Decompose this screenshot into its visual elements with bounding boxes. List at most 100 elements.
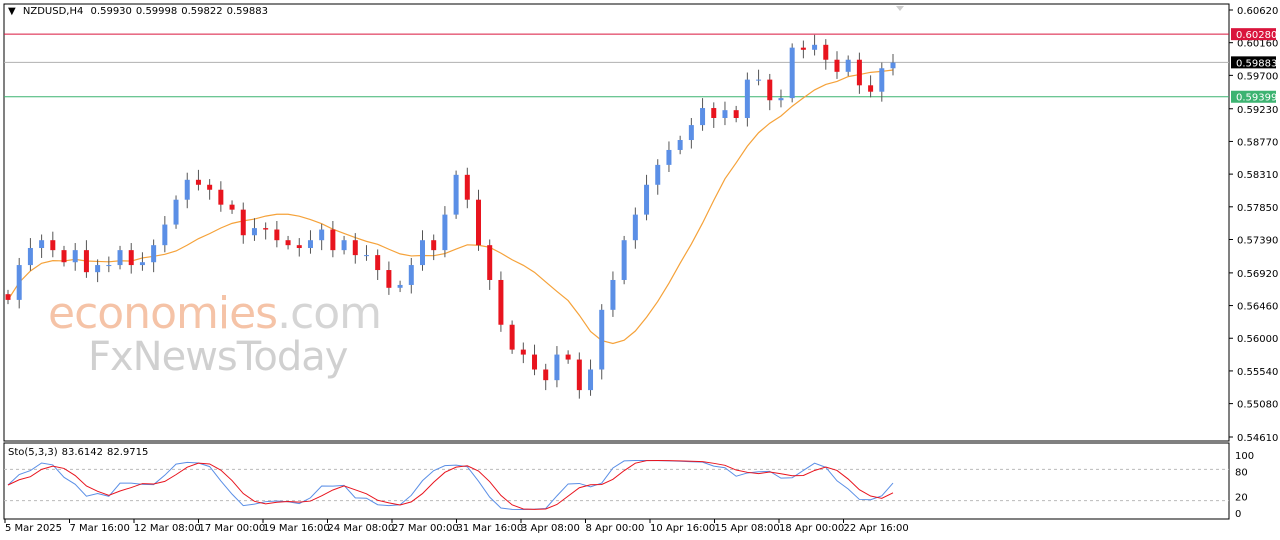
x-tick-label: 31 Mar 16:00 — [457, 523, 524, 534]
time-axis[interactable]: 5 Mar 2025 7 Mar 16:00 12 Mar 08:0017 Mar … — [4, 519, 909, 534]
x-tick-label: 15 Apr 08:00 — [715, 523, 780, 534]
stoch-level-label: 80 — [1235, 467, 1248, 478]
bull-candle — [319, 229, 325, 241]
bear-candle — [330, 229, 336, 251]
bear-candle — [274, 229, 280, 241]
x-tick-label: 18 Apr 00:00 — [779, 523, 844, 534]
bull-candle — [442, 214, 448, 251]
stoch-level-label: 20 — [1235, 493, 1248, 504]
resistance-price-label: 0.60280 — [1236, 30, 1277, 41]
bull-candle — [106, 265, 112, 267]
bear-candle — [195, 179, 201, 185]
bear-candle — [509, 324, 515, 350]
bull-candle — [700, 108, 706, 126]
bull-candle — [419, 240, 425, 266]
bull-candle — [95, 265, 101, 273]
y-tick-label: 0.56000 — [1237, 334, 1278, 345]
x-tick-label: 8 Apr 00:00 — [586, 523, 645, 534]
bull-candle — [117, 250, 123, 266]
bull-candle — [722, 110, 728, 118]
y-tick-label: 0.58770 — [1237, 137, 1278, 148]
bear-candle — [464, 174, 470, 200]
bull-candle — [632, 214, 638, 241]
y-tick-label: 0.59700 — [1237, 71, 1278, 82]
bear-candle — [498, 279, 504, 325]
bull-candle — [39, 240, 45, 249]
x-tick-label: 22 Apr 16:00 — [844, 523, 909, 534]
bear-candle — [61, 250, 67, 263]
bull-candle — [677, 140, 683, 150]
bull-candle — [879, 68, 885, 92]
bull-candle — [16, 265, 22, 300]
bear-candle — [543, 369, 549, 381]
x-tick-label: 24 Mar 08:00 — [328, 523, 395, 534]
bear-candle — [50, 240, 56, 251]
stochastic-signal-value: 82.9715 — [107, 447, 149, 458]
bull-candle — [588, 369, 594, 391]
bull-candle — [408, 265, 414, 285]
indicator-border — [3, 442, 1230, 520]
bear-candle — [834, 59, 840, 72]
y-tick-label: 0.56460 — [1237, 302, 1278, 313]
price-axis[interactable]: 0.606200.601600.597000.592300.587700.583… — [1229, 6, 1278, 444]
current-price-label: 0.59883 — [1236, 58, 1277, 69]
chart-window: 0.606200.601600.597000.592300.587700.583… — [3, 3, 1278, 534]
bull-candle — [610, 279, 616, 310]
bull-candle — [756, 79, 762, 81]
bear-candle — [532, 354, 538, 370]
chart-header: ▼ NZDUSD,H4 0.59930 0.59998 0.59822 0.59883 — [8, 6, 272, 17]
bear-candle — [263, 228, 269, 230]
stochastic-main-value: 83.6142 — [61, 447, 103, 458]
bull-candle — [151, 245, 157, 263]
bull-candle — [363, 255, 369, 257]
bull-candle — [744, 79, 750, 118]
bull-candle — [845, 59, 851, 72]
bear-candle — [576, 359, 582, 391]
x-tick-label: 10 Apr 16:00 — [650, 523, 715, 534]
bear-candle — [476, 199, 482, 246]
bull-candle — [453, 174, 459, 215]
y-tick-label: 0.54610 — [1237, 433, 1278, 444]
y-tick-label: 0.59230 — [1237, 105, 1278, 116]
bear-candle — [218, 189, 224, 205]
bull-candle — [72, 250, 78, 263]
bull-candle — [688, 125, 694, 141]
x-tick-label: 5 Mar 2025 — [5, 523, 62, 534]
bull-candle — [554, 354, 560, 381]
bull-candle — [789, 47, 795, 99]
bear-candle — [520, 349, 526, 355]
bear-candle — [386, 270, 392, 288]
y-tick-label: 0.55540 — [1237, 367, 1278, 378]
ohlc-low: 0.59822 — [181, 6, 223, 17]
y-tick-label: 0.57390 — [1237, 235, 1278, 246]
bull-candle — [621, 240, 627, 280]
menu-triangle-icon[interactable]: ▼ — [8, 6, 16, 17]
bull-candle — [666, 149, 672, 165]
support-price-label: 0.59399 — [1236, 93, 1277, 104]
bear-candle — [229, 204, 235, 210]
y-tick-label: 0.57850 — [1237, 203, 1278, 214]
x-tick-label: 17 Mar 00:00 — [199, 523, 266, 534]
bull-candle — [778, 98, 784, 101]
bear-candle — [375, 255, 381, 271]
stoch-level-label: 0 — [1235, 509, 1241, 520]
ohlc-open: 0.59930 — [90, 6, 132, 17]
ohlc-close: 0.59883 — [226, 6, 268, 17]
bear-candle — [823, 44, 829, 60]
bear-candle — [565, 354, 571, 360]
bull-candle — [27, 248, 33, 266]
bull-candle — [655, 164, 661, 185]
bear-candle — [207, 184, 213, 190]
watermark-fxnewstoday: FxNewsToday — [88, 334, 348, 380]
x-tick-label: 27 Mar 00:00 — [392, 523, 459, 534]
bear-candle — [487, 245, 493, 280]
bear-candle — [296, 245, 302, 249]
bull-candle — [890, 62, 896, 69]
bear-candle — [856, 59, 862, 86]
bear-candle — [128, 250, 134, 266]
bear-candle — [5, 294, 11, 300]
watermark-economies: economies.com — [48, 288, 382, 339]
bear-candle — [285, 240, 291, 246]
x-tick-label: 19 Mar 16:00 — [263, 523, 330, 534]
bear-candle — [240, 209, 246, 236]
